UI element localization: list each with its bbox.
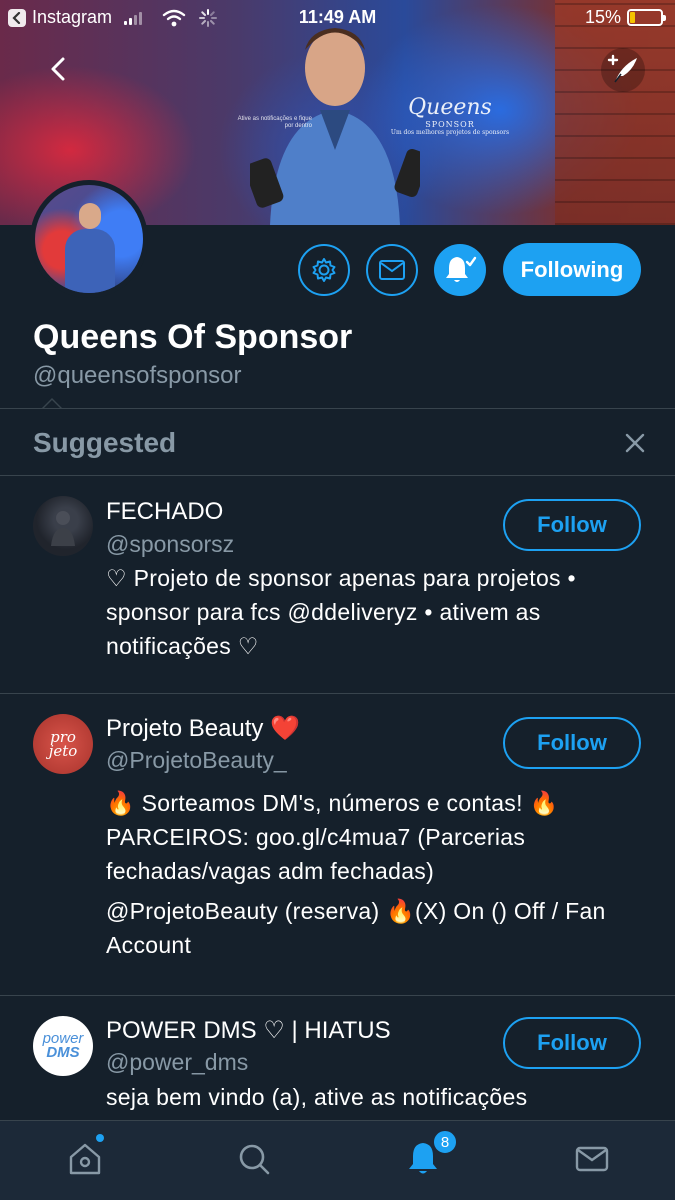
home-icon[interactable] [65,1139,105,1179]
status-bar: Instagram 11:49 AM 15% [0,0,675,36]
avatar-logo-bottom: DMS [46,1044,80,1061]
suggested-handle: @ProjetoBeauty_ [106,747,287,773]
envelope-icon [379,260,405,280]
suggested-handle: @sponsorsz [106,531,235,557]
suggested-account-item[interactable]: power DMS POWER DMS ♡ | HIATUS @power_dm… [0,996,675,1120]
bell-check-icon [446,256,477,282]
avatar-logo-text: pro jeto [48,728,78,760]
suggested-bio: 🔥 Sorteamos DM's, números e contas! 🔥 PA… [106,790,559,884]
suggested-account-item[interactable]: FECHADO @sponsorsz ♡ Projeto de sponsor … [0,476,675,694]
suggested-name[interactable]: Projeto Beauty ❤️ [106,714,300,743]
suggested-title: Suggested [33,427,177,458]
suggested-bio: ♡ Projeto de sponsor apenas para projeto… [106,565,576,659]
notifications-on-button[interactable] [434,244,486,296]
suggested-handle: @power_dms [106,1049,249,1075]
suggested-avatar[interactable]: pro jeto [33,714,93,774]
follow-button[interactable]: Follow [503,717,641,769]
gear-icon [312,258,336,282]
signature-word: SPONSOR [425,120,475,129]
banner-signature: Queens SPONSOR Um dos melhores projetos … [380,95,520,165]
person-silhouette-icon [51,511,75,546]
search-icon[interactable] [234,1139,274,1179]
direct-message-button[interactable] [366,244,418,296]
bottom-tab-bar [0,1120,675,1200]
follow-button[interactable]: Follow [503,499,641,551]
profile-settings-button[interactable] [298,244,350,296]
banner-note: Ative as notificações e fique por dentro [237,116,312,129]
close-icon[interactable] [623,431,647,455]
battery-icon [627,9,666,26]
back-arrow-icon[interactable] [42,52,76,86]
suggested-account-item[interactable]: pro jeto Projeto Beauty ❤️ @ProjetoBeaut… [0,694,675,996]
follow-button[interactable]: Follow [503,1017,641,1069]
suggested-avatar[interactable] [33,496,93,556]
profile-handle: @queensofsponsor [33,362,242,389]
quill-plus-icon [607,54,637,83]
profile-avatar[interactable] [30,180,148,298]
profile-display-name: Queens Of Sponsor [33,318,353,356]
suggested-name[interactable]: POWER DMS ♡ | HIATUS [106,1016,391,1045]
clock: 11:49 AM [298,7,377,27]
suggested-name[interactable]: FECHADO [106,498,223,526]
suggested-header: Suggested [0,408,675,476]
battery-percent: 15% [584,7,621,27]
notifications-badge: 8 [432,1129,458,1155]
home-unread-dot [96,1134,104,1142]
messages-icon[interactable] [572,1139,612,1179]
following-button[interactable]: Following [503,243,641,296]
signature-script: Queens [408,95,492,120]
signature-tagline: Um dos melhores projetos de sponsors [390,129,510,136]
suggested-bio-line-2: @ProjetoBeauty (reserva) 🔥(X) On () Off … [106,898,606,958]
suggested-avatar[interactable]: power DMS [33,1016,93,1076]
compose-tweet-button[interactable] [601,48,645,92]
suggested-bio: seja bem vindo (a), ative as notificaçõe… [106,1084,528,1110]
